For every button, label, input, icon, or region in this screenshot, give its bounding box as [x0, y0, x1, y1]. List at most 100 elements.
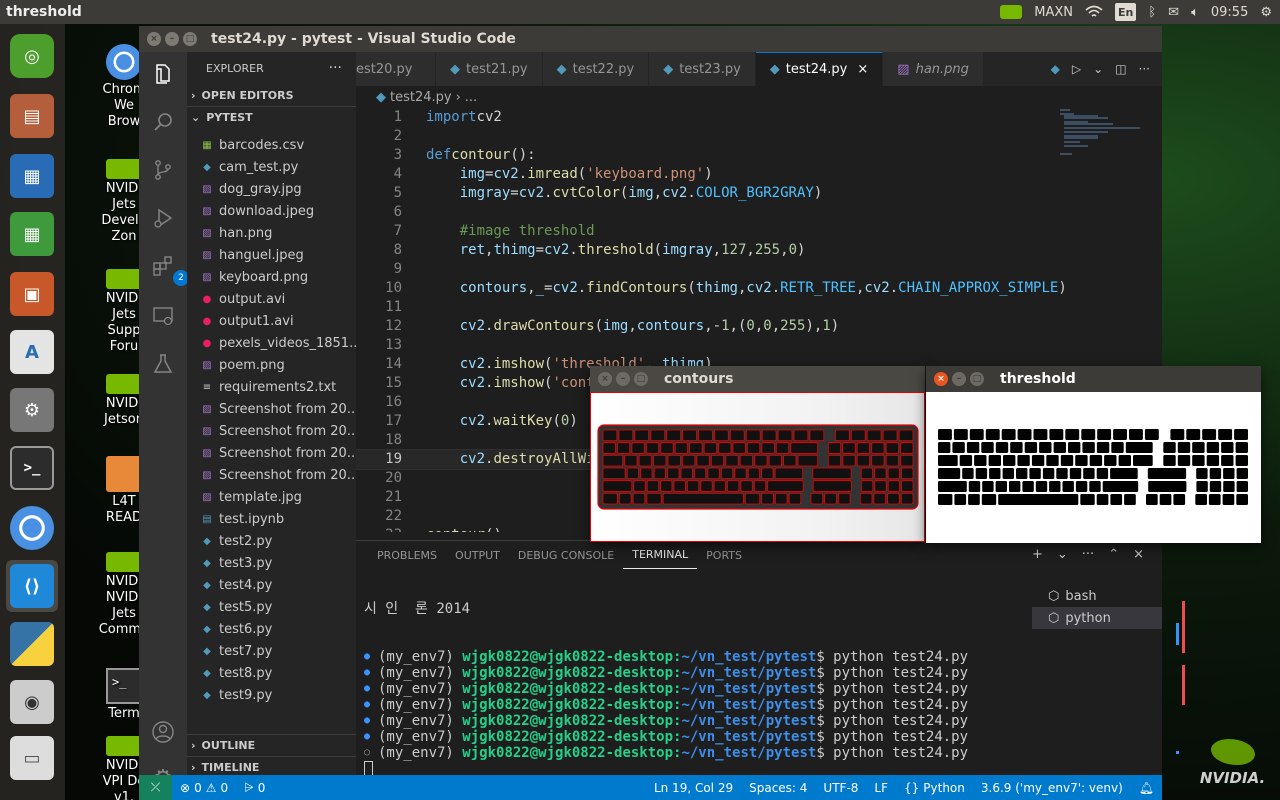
- volume-icon[interactable]: 🔈︎: [1191, 3, 1199, 21]
- maximize-icon[interactable]: □: [970, 372, 984, 386]
- file-item[interactable]: ▨ poem.png: [187, 354, 356, 376]
- file-item[interactable]: ● pexels_videos_1851...: [187, 332, 356, 354]
- command-decoration-icon[interactable]: ○: [364, 745, 378, 761]
- file-item[interactable]: ▤ test.ipynb: [187, 508, 356, 530]
- chevron-down-icon[interactable]: ⌄: [1057, 547, 1068, 562]
- maximize-icon[interactable]: □: [183, 32, 197, 46]
- source-control-icon[interactable]: [149, 156, 177, 184]
- close-icon[interactable]: ×: [147, 32, 161, 46]
- power-mode-indicator[interactable]: MAXN: [1034, 3, 1073, 21]
- file-item[interactable]: ≡ requirements2.txt: [187, 376, 356, 398]
- testing-flask-icon[interactable]: [149, 350, 177, 378]
- indentation[interactable]: Spaces: 4: [741, 781, 815, 795]
- language-mode[interactable]: {} Python: [896, 781, 973, 795]
- remote-explorer-icon[interactable]: [149, 302, 177, 330]
- more-actions-icon[interactable]: ···: [329, 60, 342, 76]
- nvidia-tray-icon[interactable]: [1000, 3, 1023, 21]
- launcher-software[interactable]: A: [6, 326, 58, 378]
- python-interpreter[interactable]: 3.6.9 ('my_env7': venv): [973, 781, 1131, 795]
- file-item[interactable]: ◆ test2.py: [187, 530, 356, 552]
- problems-indicator[interactable]: ⊗ 0 ⚠ 0: [172, 781, 236, 795]
- wifi-icon[interactable]: [1085, 3, 1103, 21]
- bluetooth-icon[interactable]: ᛒ: [1148, 3, 1156, 21]
- maximize-panel-icon[interactable]: ⌃: [1108, 547, 1119, 562]
- command-decoration-icon[interactable]: ●: [364, 649, 378, 665]
- command-decoration-icon[interactable]: ●: [364, 681, 378, 697]
- encoding[interactable]: UTF-8: [815, 781, 866, 795]
- terminal-instance[interactable]: ⬡ bash: [1032, 585, 1162, 607]
- explorer-icon[interactable]: [149, 60, 177, 88]
- file-item[interactable]: ◆ test9.py: [187, 684, 356, 706]
- python-run-icon[interactable]: ◆: [1051, 62, 1060, 76]
- file-item[interactable]: ▨ Screenshot from 20...: [187, 442, 356, 464]
- terminal-output[interactable]: 시 인 론 2014 ● (my_env7) wjgk0822@wjgk0822-…: [364, 575, 1024, 776]
- file-item[interactable]: ◆ test5.py: [187, 596, 356, 618]
- launcher-ubuntu-home[interactable]: ◎: [6, 30, 58, 82]
- editor-tab[interactable]: ◆ test23.py: [649, 52, 756, 86]
- project-folder-section[interactable]: ⌄ PYTEST: [187, 106, 356, 128]
- panel-tab[interactable]: PROBLEMS: [368, 541, 446, 569]
- ports-indicator[interactable]: ⩥ 0: [236, 780, 273, 795]
- file-item[interactable]: ◆ cam_test.py: [187, 156, 356, 178]
- terminal-instance[interactable]: ⬡ python: [1032, 607, 1162, 629]
- launcher-drive[interactable]: ▭: [6, 732, 58, 784]
- editor-tab[interactable]: ◆ test22.py: [542, 52, 650, 86]
- file-item[interactable]: ▨ keyboard.png: [187, 266, 356, 288]
- panel-tab[interactable]: TERMINAL: [623, 541, 698, 569]
- file-item[interactable]: ▨ Screenshot from 20...: [187, 398, 356, 420]
- file-item[interactable]: ▨ Screenshot from 20...: [187, 464, 356, 486]
- panel-tab[interactable]: OUTPUT: [446, 541, 509, 569]
- account-icon[interactable]: [149, 718, 177, 746]
- minimize-icon[interactable]: –: [952, 372, 966, 386]
- launcher-screenshot[interactable]: ◉: [6, 676, 58, 728]
- launcher-vscode[interactable]: ⟨⟩: [6, 560, 58, 612]
- file-item[interactable]: ● output.avi: [187, 288, 356, 310]
- close-icon[interactable]: ×: [598, 372, 612, 386]
- split-editor-icon[interactable]: ◫: [1115, 62, 1126, 76]
- file-item[interactable]: ▨ download.jpeg: [187, 200, 356, 222]
- run-debug-icon[interactable]: [149, 204, 177, 232]
- command-decoration-icon[interactable]: ●: [364, 713, 378, 729]
- breadcrumb-more[interactable]: ...: [465, 90, 477, 105]
- launcher-writer[interactable]: ▦: [6, 150, 58, 202]
- launcher-terminal[interactable]: >_: [6, 442, 58, 494]
- file-item[interactable]: ▨ Screenshot from 20...: [187, 420, 356, 442]
- more-actions-icon[interactable]: ···: [1082, 547, 1094, 562]
- minimize-icon[interactable]: –: [165, 32, 179, 46]
- file-item[interactable]: ● output1.avi: [187, 310, 356, 332]
- file-item[interactable]: ◆ test8.py: [187, 662, 356, 684]
- file-item[interactable]: ◆ test3.py: [187, 552, 356, 574]
- command-decoration-icon[interactable]: ●: [364, 697, 378, 713]
- breadcrumb-file[interactable]: test24.py: [390, 90, 452, 105]
- minimize-icon[interactable]: –: [616, 372, 630, 386]
- file-item[interactable]: ▨ han.png: [187, 222, 356, 244]
- file-item[interactable]: ▦ barcodes.csv: [187, 134, 356, 156]
- keyboard-layout-indicator[interactable]: En: [1114, 3, 1137, 21]
- panel-tab[interactable]: PORTS: [697, 541, 751, 569]
- open-editors-section[interactable]: › OPEN EDITORS: [187, 84, 356, 106]
- launcher-calc[interactable]: ▦: [6, 208, 58, 260]
- editor-tab[interactable]: ◆ test21.py: [436, 52, 543, 86]
- editor-tab[interactable]: ◆ test24.py ×: [755, 52, 884, 86]
- maximize-icon[interactable]: □: [634, 372, 648, 386]
- run-file-icon[interactable]: ▷: [1072, 62, 1081, 76]
- more-actions-icon[interactable]: ···: [1139, 62, 1150, 76]
- minimap[interactable]: [1058, 108, 1148, 168]
- file-item[interactable]: ◆ test7.py: [187, 640, 356, 662]
- close-tab-icon[interactable]: ×: [857, 62, 868, 77]
- file-item[interactable]: ◆ test6.py: [187, 618, 356, 640]
- launcher-impress[interactable]: ▣: [6, 268, 58, 320]
- extensions-icon[interactable]: 2: [149, 252, 189, 286]
- launcher-python[interactable]: [6, 618, 58, 670]
- close-panel-icon[interactable]: ×: [1133, 547, 1144, 562]
- system-gear-icon[interactable]: ⚙: [1260, 3, 1272, 21]
- search-icon[interactable]: [149, 108, 177, 136]
- close-icon[interactable]: ×: [934, 372, 948, 386]
- launcher-settings[interactable]: ⚙: [6, 384, 58, 436]
- launcher-chromium[interactable]: [6, 502, 58, 554]
- file-item[interactable]: ▨ hanguel.jpeg: [187, 244, 356, 266]
- file-item[interactable]: ◆ test4.py: [187, 574, 356, 596]
- remote-indicator[interactable]: ⤫: [139, 775, 172, 800]
- outline-section[interactable]: › OUTLINE: [187, 734, 356, 756]
- end-of-line[interactable]: LF: [866, 781, 896, 795]
